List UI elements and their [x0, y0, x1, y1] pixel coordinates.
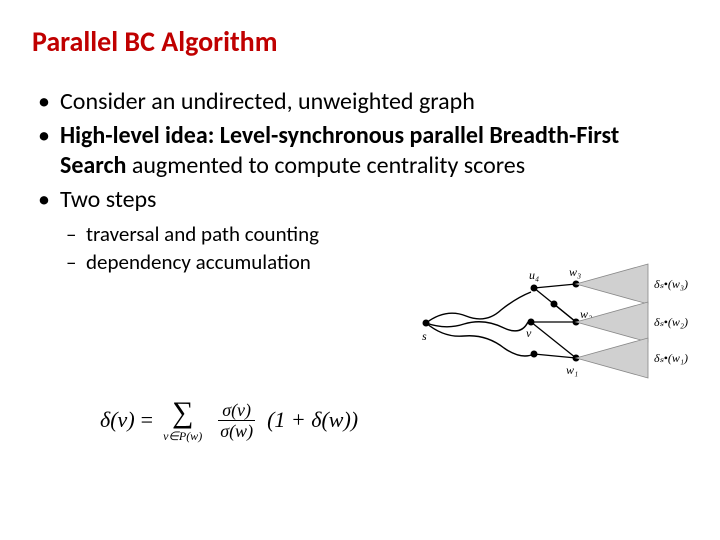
node-label-v: v — [526, 326, 532, 340]
formula-sum-sub: v∈P(w) — [163, 430, 202, 442]
dependency-formula: δ(v) = ∑ v∈P(w) σ(v) σ(w) (1 + δ(w)) — [100, 398, 358, 442]
slide-title: Parallel BC Algorithm — [32, 24, 688, 59]
node-lower — [531, 351, 538, 358]
node-label-s: s — [422, 329, 427, 343]
node-label-w3: w₃ — [569, 265, 581, 279]
sub-bullet-item: traversal and path counting — [60, 221, 688, 247]
wavy-edge — [426, 323, 534, 356]
bullet-text: augmented to compute centrality scores — [132, 151, 525, 180]
formula-frac-num: σ(v) — [218, 400, 255, 421]
bullet-bold-prefix: High-level idea: — [60, 121, 214, 150]
bullet-list: Consider an undirected, unweighted graph… — [32, 87, 688, 276]
formula-frac-den: σ(w) — [216, 421, 257, 441]
subtree-shape — [576, 338, 648, 378]
edge — [534, 284, 576, 288]
node-label-w1: w₁ — [566, 363, 578, 377]
formula-eq: = — [141, 407, 153, 433]
graph-diagram: s u₄ v w₃ w₂ w₁ — [416, 258, 696, 388]
node-s — [423, 320, 430, 327]
slide-content: Consider an undirected, unweighted graph… — [32, 87, 688, 276]
delta-label: δₛ•(w₃) — [654, 277, 688, 291]
formula-sum: ∑ v∈P(w) — [163, 398, 202, 442]
formula-lhs: δ(v) — [100, 407, 135, 433]
bullet-text: Consider an undirected, unweighted graph — [60, 87, 475, 116]
bullet-item: High-level idea: Level-synchronous paral… — [32, 121, 688, 181]
diagram-svg: s u₄ v w₃ w₂ w₁ — [416, 258, 696, 388]
edge — [554, 304, 576, 322]
sub-bullet-text: traversal and path counting — [86, 221, 319, 247]
subtree-shape — [576, 264, 648, 304]
edge — [534, 354, 576, 358]
bullet-item: Consider an undirected, unweighted graph — [32, 87, 688, 117]
wavy-edge — [426, 322, 528, 331]
formula-rhs: (1 + δ(w)) — [267, 407, 358, 433]
delta-label: δₛ•(w₁) — [654, 351, 688, 365]
slide: Parallel BC Algorithm Consider an undire… — [0, 0, 720, 540]
wavy-edge — [426, 292, 531, 323]
formula-fraction: σ(v) σ(w) — [216, 400, 257, 441]
sigma-symbol: ∑ — [172, 398, 193, 428]
bullet-text: Two steps — [60, 185, 156, 214]
node-label-u4: u₄ — [529, 268, 539, 282]
delta-label: δₛ•(w₂) — [654, 315, 688, 329]
sub-bullet-text: dependency accumulation — [86, 249, 311, 275]
edge — [531, 322, 576, 358]
